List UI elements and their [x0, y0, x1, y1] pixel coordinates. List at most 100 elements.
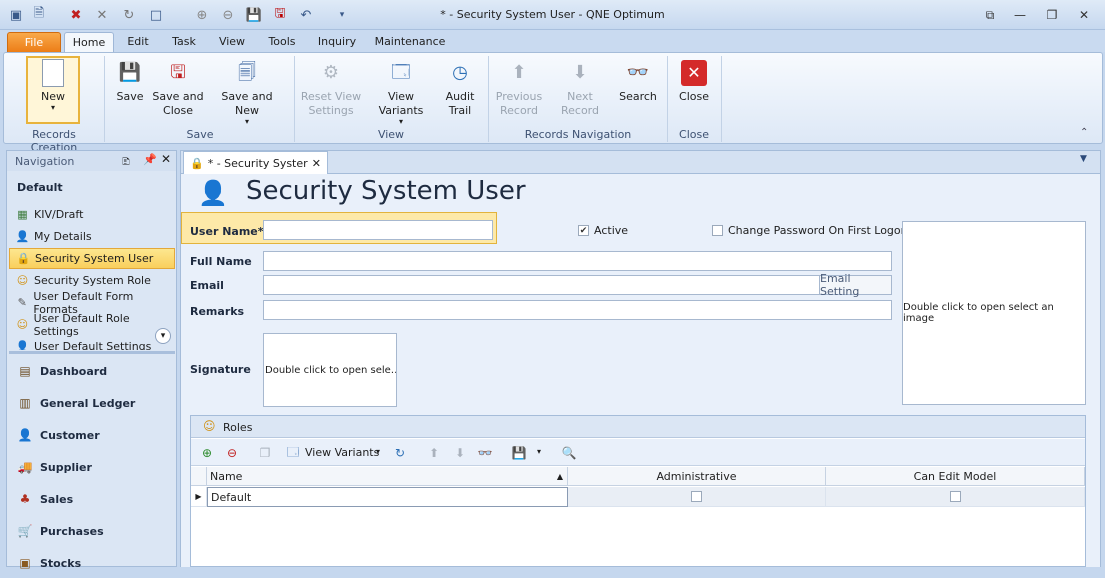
tab-edit[interactable]: Edit — [122, 32, 154, 52]
email-input[interactable] — [263, 275, 892, 295]
tab-maintenance[interactable]: Maintenance — [372, 32, 448, 52]
nav-item-security-system-role[interactable]: ☺ Security System Role — [9, 270, 175, 291]
delete-row-icon[interactable]: ⊖ — [223, 444, 241, 462]
prev-label-1: Previous — [495, 90, 543, 103]
active-checkbox[interactable]: ✔ — [578, 225, 589, 236]
role-mask-icon: ☺ — [203, 419, 216, 433]
collapse-ribbon-icon[interactable]: ⌃ — [1080, 127, 1088, 138]
nav-item-my-details[interactable]: 👤 My Details — [9, 226, 175, 247]
nav-close-icon[interactable]: ✕ — [161, 152, 171, 166]
new-button[interactable]: New ▾ — [30, 58, 76, 112]
search-button[interactable]: 👓 Search — [616, 58, 660, 104]
tab-task[interactable]: Task — [165, 32, 203, 52]
add-row-icon[interactable]: ⊕ — [198, 444, 216, 462]
view-variants-dropdown-icon[interactable]: ▾ — [376, 447, 380, 456]
roles-view-variants-label[interactable]: View Variants — [305, 446, 379, 459]
change-password-checkbox[interactable] — [712, 225, 723, 236]
module-dashboard[interactable]: ▤ Dashboard — [9, 356, 175, 386]
restore-layout-icon[interactable]: ⧉ — [978, 6, 1002, 24]
module-general-ledger[interactable]: ▥ General Ledger — [9, 388, 175, 418]
module-purchases[interactable]: 🛒 Purchases — [9, 516, 175, 546]
role-name-cell[interactable]: Default — [207, 487, 568, 507]
module-stocks[interactable]: ▣ Stocks — [9, 548, 175, 578]
nav-splitter[interactable] — [9, 351, 175, 354]
nav-note-icon[interactable]: 🗈 — [122, 153, 130, 172]
module-label: Supplier — [40, 460, 92, 474]
nav-item-user-default-form-formats[interactable]: ✎ User Default Form Formats — [9, 290, 175, 316]
nav-item-user-default-settings[interactable]: 👤 User Default Settings — [9, 336, 175, 350]
save-new-label: Save and New — [221, 90, 273, 117]
save-dropdown-icon[interactable]: ▾ — [537, 447, 541, 456]
next-record-button[interactable]: ⬇ Next Record — [548, 58, 612, 118]
view-variants-icon[interactable]: 🗔 — [284, 444, 302, 462]
customer-icon: 👤 — [17, 428, 33, 442]
administrative-cell[interactable] — [568, 487, 826, 507]
save-icon[interactable]: 💾 — [510, 444, 528, 462]
module-sales[interactable]: ♣ Sales — [9, 484, 175, 514]
nav-item-label: User Default Role Settings — [33, 311, 130, 338]
refresh-icon[interactable]: ↻ — [391, 444, 409, 462]
can-edit-model-cell[interactable] — [826, 487, 1085, 507]
change-password-label: Change Password On First Logon — [728, 224, 908, 237]
row-indicator-header — [191, 467, 207, 486]
view-variants-button[interactable]: 🗔 View Variants ▾ — [366, 58, 436, 126]
save-button[interactable]: 💾 Save — [112, 58, 148, 104]
group-separator — [104, 56, 105, 142]
previous-record-button[interactable]: ⬆ Previous Record — [494, 58, 544, 118]
pin-icon[interactable]: 📌 — [143, 153, 157, 166]
tab-close-icon[interactable]: ✕ — [312, 157, 321, 170]
column-header-name[interactable]: Name ▲ — [207, 467, 568, 486]
image-box[interactable]: Double click to open select an image — [902, 221, 1086, 405]
user-name-input[interactable] — [263, 220, 493, 240]
scroll-down-icon[interactable]: ▾ — [155, 328, 171, 344]
nav-item-user-default-role-settings[interactable]: ☺ User Default Role Settings — [9, 311, 175, 338]
column-admin-label: Administrative — [656, 469, 737, 483]
supplier-truck-icon: 🚚 — [17, 460, 33, 474]
reset-view-settings-button[interactable]: ⚙ Reset View Settings — [300, 58, 362, 118]
module-customer[interactable]: 👤 Customer — [9, 420, 175, 450]
module-label: Customer — [40, 428, 100, 442]
minimize-button[interactable]: — — [1008, 6, 1032, 24]
ledger-icon: ▥ — [19, 396, 31, 410]
close-window-button[interactable]: ✕ — [1072, 6, 1096, 24]
can-edit-model-checkbox[interactable] — [949, 491, 961, 502]
reset-view-label-2: Settings — [308, 104, 354, 117]
nav-item-security-system-user[interactable]: 🔒 Security System User — [9, 248, 175, 269]
save-and-close-button[interactable]: 🖫 Save and Close — [152, 58, 204, 118]
nav-item-kiv-draft[interactable]: ▦ KIV/Draft — [9, 204, 175, 225]
roles-header — [191, 416, 1085, 438]
column-header-can-edit-model[interactable]: Can Edit Model — [826, 467, 1085, 486]
signature-box[interactable]: Double click to open sele… — [263, 333, 397, 407]
module-supplier[interactable]: 🚚 Supplier — [9, 452, 175, 482]
binoculars-icon[interactable]: 👓 — [476, 444, 494, 462]
module-label: Dashboard — [40, 364, 108, 378]
remarks-input[interactable] — [263, 300, 892, 320]
column-header-administrative[interactable]: Administrative — [568, 467, 826, 486]
image-placeholder: Double click to open select an image — [903, 302, 1054, 324]
role-mask-icon: ☺ — [16, 274, 29, 287]
document-tab[interactable]: 🔒 * - Security Syster ✕ — [183, 151, 328, 174]
tab-home[interactable]: Home — [64, 32, 114, 52]
search-label: Search — [619, 90, 657, 103]
close-button[interactable]: ✕ Close — [674, 58, 714, 104]
tab-tools[interactable]: Tools — [262, 32, 302, 52]
administrative-checkbox[interactable] — [691, 491, 702, 502]
page-title: Security System User — [246, 176, 526, 206]
security-user-icon: 🔒 — [190, 156, 204, 170]
tab-inquiry[interactable]: Inquiry — [313, 32, 361, 52]
signature-label: Signature — [190, 363, 251, 376]
copy-row-icon[interactable]: ❐ — [256, 444, 274, 462]
full-name-input[interactable] — [263, 251, 892, 271]
form-edit-icon: ✎ — [17, 296, 27, 309]
tab-list-dropdown-icon[interactable]: ▼ — [1080, 154, 1087, 164]
maximize-button[interactable]: ❐ — [1040, 6, 1064, 24]
move-down-icon[interactable]: ⬇ — [451, 444, 469, 462]
move-up-icon[interactable]: ⬆ — [425, 444, 443, 462]
tab-file[interactable]: File — [7, 32, 61, 52]
tab-view[interactable]: View — [213, 32, 251, 52]
search-filter-icon[interactable]: 🔍 — [560, 444, 578, 462]
email-setting-button[interactable]: Email Setting — [819, 272, 891, 298]
audit-trail-button[interactable]: ◷ Audit Trail — [440, 58, 480, 118]
save-and-new-button[interactable]: 🗐 Save and New ▾ — [208, 58, 286, 126]
nav-section-default: Default — [17, 181, 63, 194]
